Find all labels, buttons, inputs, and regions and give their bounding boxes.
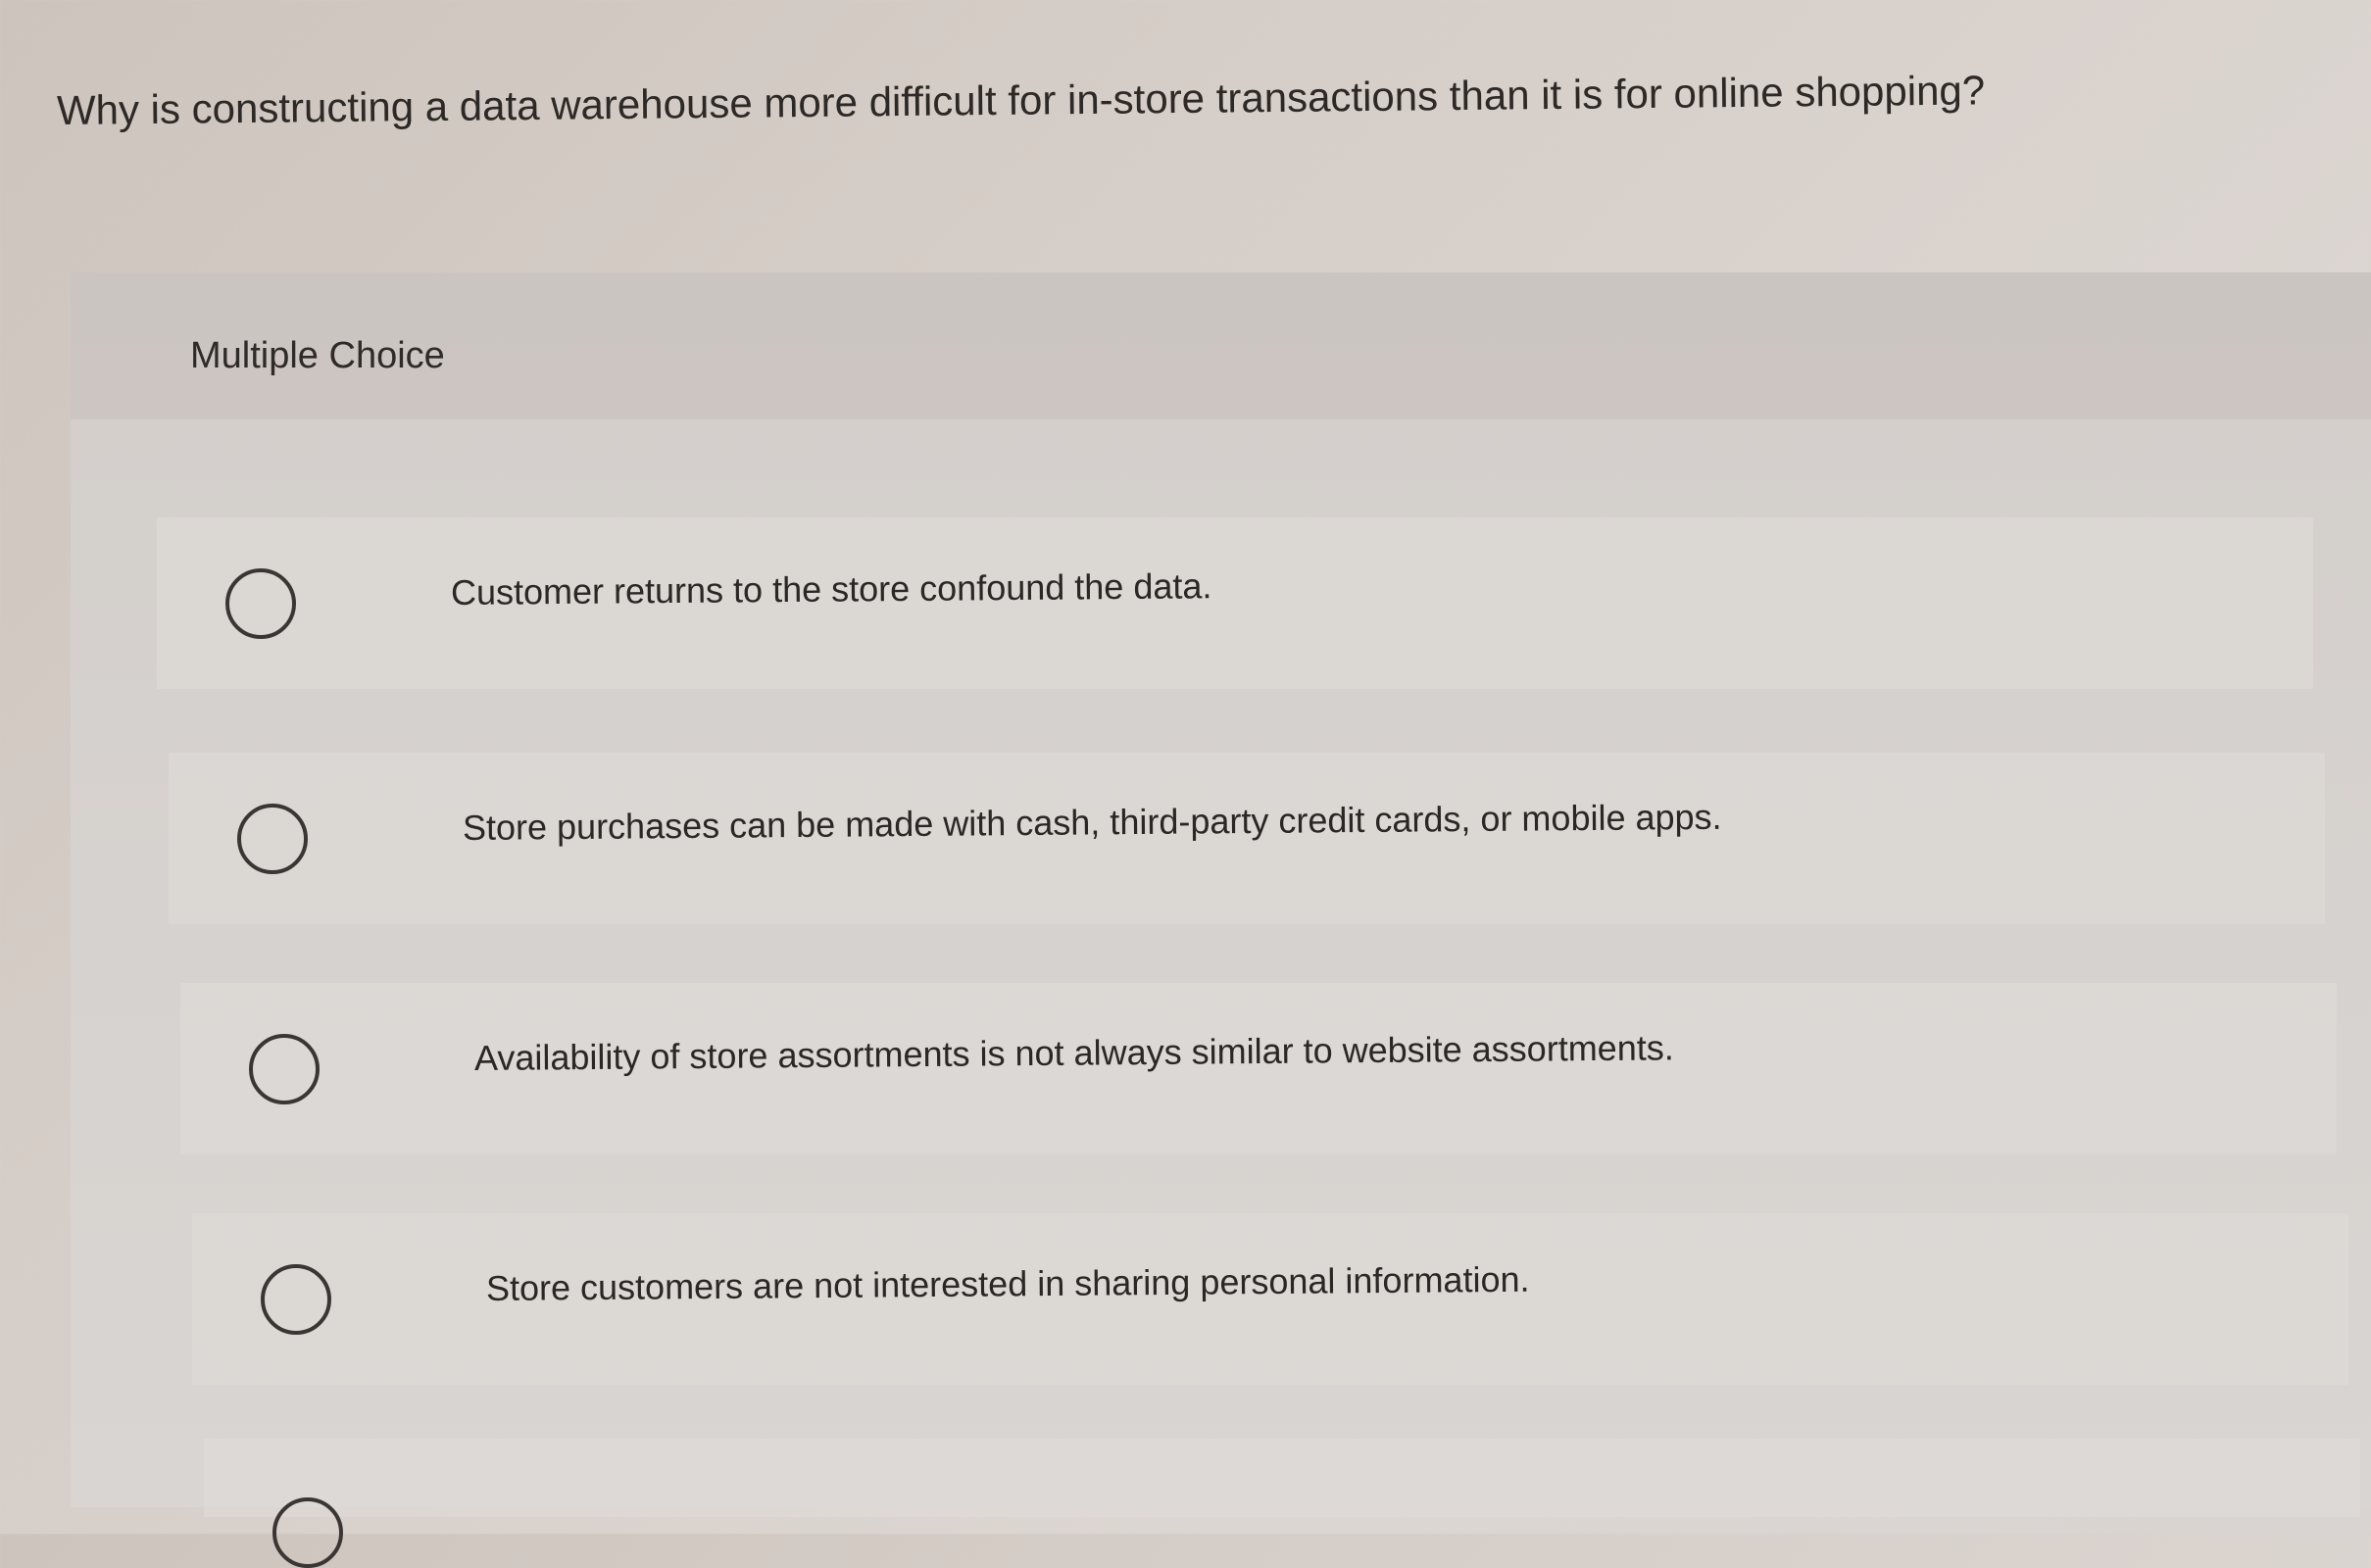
panel-header: Multiple Choice: [71, 272, 2371, 419]
option-row[interactable]: Store purchases can be made with cash, t…: [169, 753, 2325, 924]
question-text: Why is constructing a data warehouse mor…: [56, 67, 1986, 133]
option-label: Customer returns to the store confound t…: [450, 565, 1212, 612]
option-label: Store customers are not interested in sh…: [485, 1258, 1530, 1308]
option-row[interactable]: Store customers are not interested in sh…: [192, 1213, 2348, 1385]
radio-button[interactable]: [237, 804, 308, 874]
radio-button[interactable]: [249, 1034, 320, 1104]
question-type-label: Multiple Choice: [190, 335, 445, 376]
option-label: Availability of store assortments is not…: [473, 1027, 1674, 1078]
radio-button[interactable]: [272, 1497, 343, 1568]
radio-button[interactable]: [261, 1264, 331, 1335]
radio-button[interactable]: [225, 568, 296, 639]
option-row[interactable]: Customer returns to the store confound t…: [157, 517, 2313, 689]
option-label: Store purchases can be made with cash, t…: [462, 796, 1722, 848]
option-row[interactable]: Availability of store assortments is not…: [180, 983, 2337, 1154]
answer-panel: Multiple Choice Customer returns to the …: [71, 272, 2371, 1568]
option-row[interactable]: [204, 1439, 2360, 1568]
